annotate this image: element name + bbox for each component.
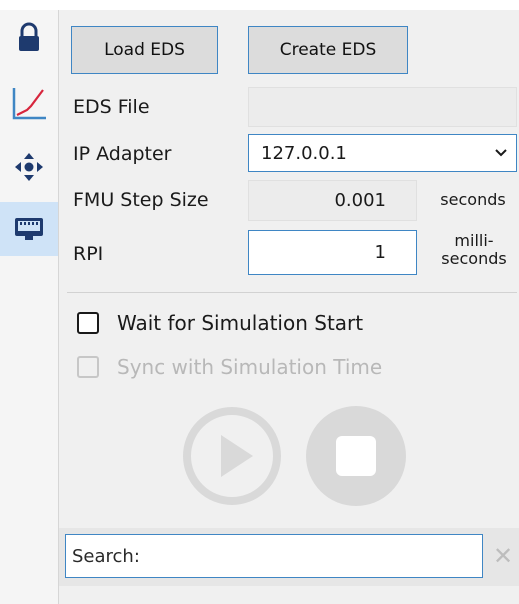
- rpi-unit-line1: milli-: [454, 231, 494, 250]
- eds-file-field: [248, 87, 517, 127]
- sidebar-item-chart[interactable]: [0, 80, 58, 128]
- ip-adapter-select[interactable]: 127.0.0.1: [248, 134, 517, 172]
- ip-adapter-label: IP Adapter: [73, 143, 172, 165]
- sync-simulation-time-checkbox: Sync with Simulation Time: [77, 352, 382, 382]
- stop-icon[interactable]: [305, 405, 407, 507]
- fmu-step-size-value: 0.001: [334, 190, 386, 211]
- lock-icon: [19, 22, 39, 51]
- move-icon: [15, 153, 43, 181]
- wait-for-simulation-checkbox[interactable]: Wait for Simulation Start: [77, 308, 363, 338]
- load-eds-button[interactable]: Load EDS: [71, 26, 218, 74]
- eds-file-label: EDS File: [73, 96, 150, 118]
- fmu-step-size-field: 0.001: [248, 180, 417, 221]
- rpi-label: RPI: [73, 243, 104, 265]
- search-bar: Search: ✕: [59, 528, 519, 586]
- search-input-text: Search:: [72, 545, 140, 567]
- rpi-unit-line2: seconds: [441, 249, 507, 268]
- sidebar-item-security[interactable]: [0, 14, 58, 62]
- play-icon[interactable]: [181, 405, 283, 507]
- sidebar-item-move[interactable]: [0, 143, 58, 191]
- rpi-unit: milli- seconds: [431, 232, 517, 268]
- rpi-value: 1: [374, 242, 386, 263]
- ethernet-port-icon: [15, 218, 43, 240]
- sidebar: [0, 10, 59, 604]
- chevron-down-icon: [495, 149, 507, 157]
- sync-checkbox-box: [77, 356, 99, 378]
- simulation-controls: [181, 405, 411, 507]
- wait-checkbox-label: Wait for Simulation Start: [117, 311, 364, 335]
- search-input[interactable]: Search:: [65, 534, 483, 578]
- search-clear-glyph: ✕: [492, 542, 514, 570]
- main-panel: Load EDS Create EDS EDS File IP Adapter …: [59, 10, 519, 604]
- fmu-step-size-label: FMU Step Size: [73, 189, 209, 211]
- create-eds-label: Create EDS: [279, 40, 377, 60]
- window-top-strip: [0, 0, 519, 10]
- sync-checkbox-label: Sync with Simulation Time: [117, 355, 383, 379]
- chart-icon: [12, 88, 46, 120]
- close-icon[interactable]: ✕: [489, 534, 517, 578]
- create-eds-button[interactable]: Create EDS: [248, 26, 408, 74]
- sidebar-item-ethernet[interactable]: [0, 202, 58, 256]
- rpi-input[interactable]: 1: [248, 230, 417, 275]
- load-eds-label: Load EDS: [104, 40, 185, 60]
- ip-adapter-value: 127.0.0.1: [261, 142, 347, 164]
- wait-checkbox-box[interactable]: [77, 312, 99, 334]
- fmu-step-size-unit: seconds: [440, 190, 506, 209]
- section-divider: [67, 292, 517, 293]
